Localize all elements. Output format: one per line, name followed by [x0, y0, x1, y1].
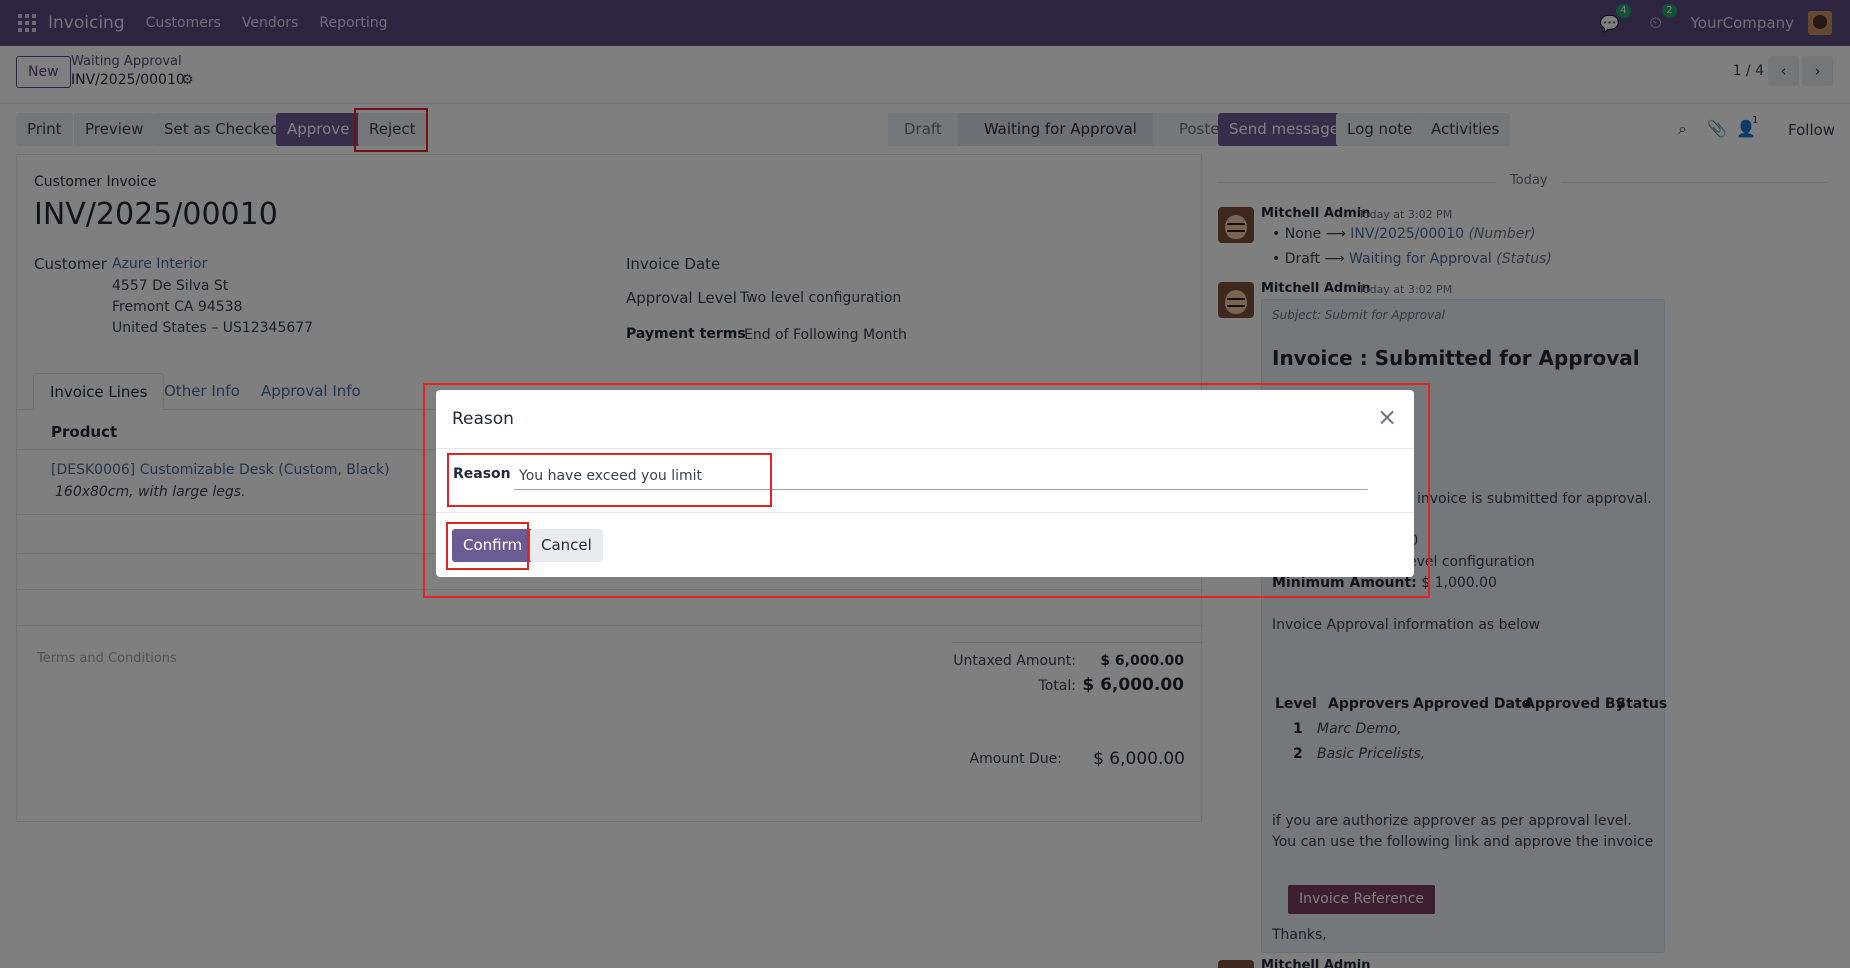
reason-dialog: Reason × Reason Confirm Cancel [436, 390, 1414, 577]
dialog-header: Reason × [436, 390, 1414, 449]
dialog-body: Reason [436, 449, 1414, 513]
reason-label: Reason [453, 466, 511, 482]
cancel-button[interactable]: Cancel [530, 529, 603, 562]
dialog-title: Reason [452, 409, 514, 429]
reason-input[interactable] [514, 462, 1368, 490]
confirm-button[interactable]: Confirm [452, 529, 534, 562]
close-icon[interactable]: × [1374, 404, 1400, 430]
